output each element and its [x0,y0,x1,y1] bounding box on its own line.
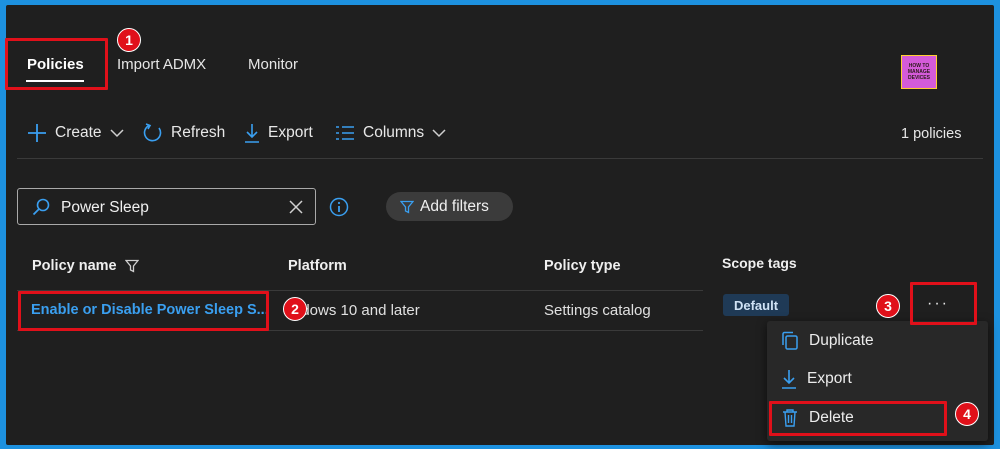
add-filters-button[interactable]: Add filters [386,192,513,221]
download-icon [245,124,259,143]
filter-icon [124,259,139,273]
column-header-scope-tags[interactable]: Scope tags [722,255,797,271]
create-button[interactable]: Create [27,122,124,144]
download-icon [782,370,796,389]
refresh-button[interactable]: Refresh [143,122,225,144]
columns-button[interactable]: Columns [335,122,446,144]
chevron-down-icon [110,129,124,138]
add-filters-label: Add filters [420,197,489,215]
search-icon [32,198,50,216]
menu-item-duplicate[interactable]: Duplicate [781,330,874,352]
step-marker-2: 2 [283,297,307,321]
toolbar-divider [17,158,983,159]
refresh-label: Refresh [171,124,226,141]
search-input[interactable]: Power Sleep [17,188,316,225]
chevron-down-icon [432,129,446,138]
column-header-policy-type[interactable]: Policy type [544,258,621,274]
tab-import-admx[interactable]: Import ADMX [117,56,206,73]
refresh-icon [143,123,162,142]
tab-monitor[interactable]: Monitor [248,56,298,73]
policy-type-cell: Settings catalog [544,302,651,319]
column-header-policy-name[interactable]: Policy name [32,258,139,274]
plus-icon [28,124,46,142]
columns-icon [336,126,354,140]
how-to-manage-devices-logo: HOW TO MANAGE DEVICES [901,55,937,89]
columns-label: Columns [363,124,425,141]
platform-cell: ndows 10 and later [293,302,420,319]
export-button[interactable]: Export [244,122,313,144]
step-marker-4: 4 [955,402,979,426]
highlight-box-policies-tab [5,38,108,90]
highlight-box-delete [769,401,947,436]
create-label: Create [55,124,102,141]
duplicate-icon [782,331,798,350]
filter-icon [400,200,414,214]
step-marker-3: 3 [876,294,900,318]
column-header-platform[interactable]: Platform [288,258,347,274]
step-marker-1: 1 [117,28,141,52]
scope-tag-badge: Default [723,294,789,316]
info-icon[interactable] [329,197,349,217]
search-value: Power Sleep [61,199,149,216]
highlight-box-policy-name [18,291,269,331]
clear-icon[interactable] [288,199,304,215]
export-label: Export [268,124,313,141]
menu-item-export[interactable]: Export [781,368,852,390]
policy-count: 1 policies [901,126,962,142]
highlight-box-more-options [910,282,977,325]
